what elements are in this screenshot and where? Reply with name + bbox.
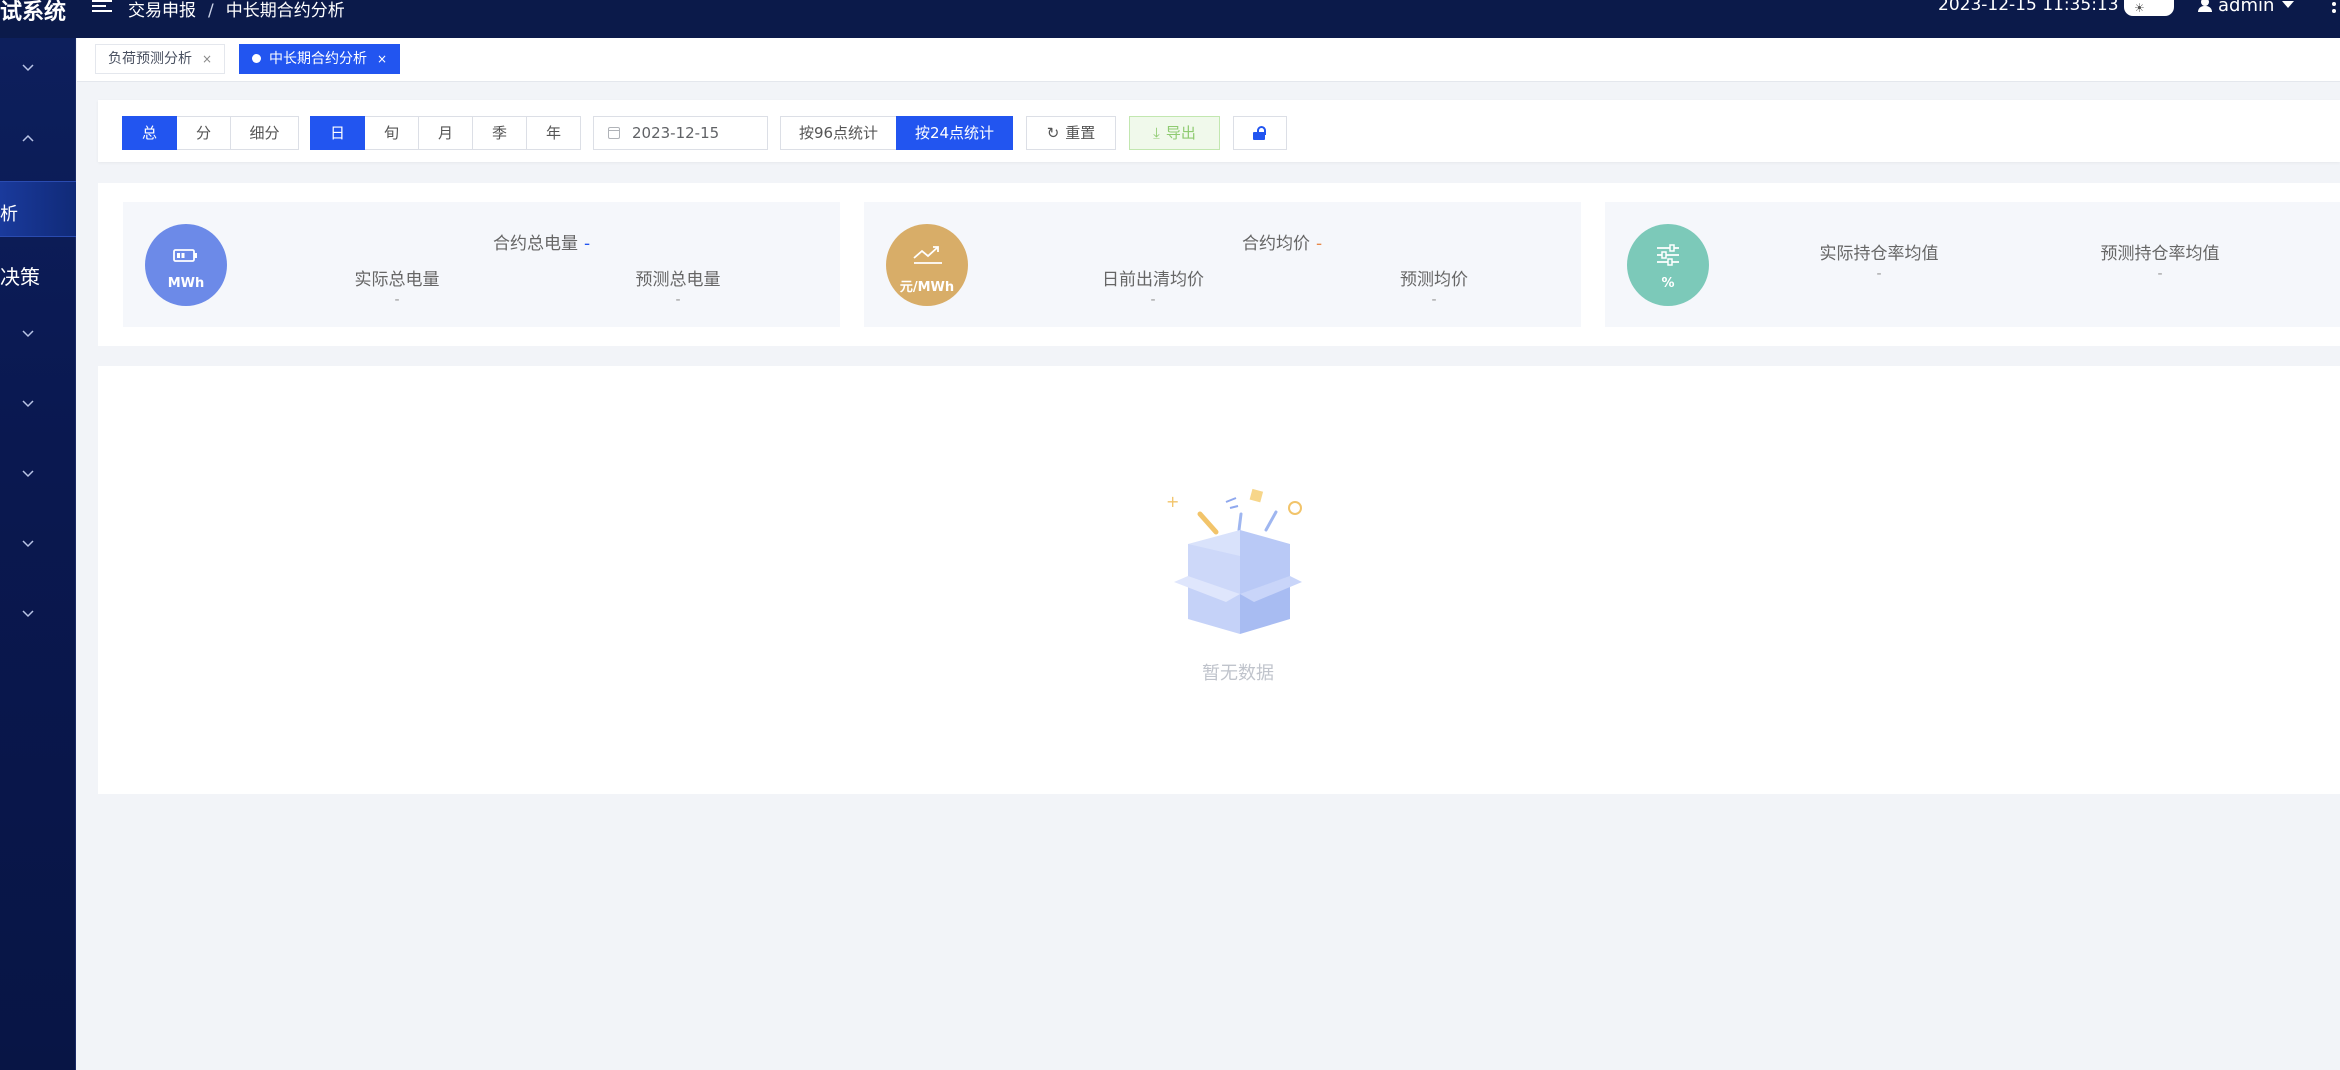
sidebar-item-label: 析 — [0, 204, 18, 225]
chevron-down-icon[interactable] — [22, 610, 34, 622]
unit-label: 元/MWh — [899, 280, 955, 295]
stat-sub-label: 日前出清均价 — [1102, 270, 1204, 290]
caret-down-icon — [2282, 1, 2295, 8]
tab-label: 中长期合约分析 — [269, 51, 367, 67]
export-label: 导出 — [1165, 124, 1196, 142]
stat-24-button[interactable]: 按24点统计 — [896, 116, 1013, 150]
sidebar: 析 决策 — [0, 38, 76, 1070]
period-xun-button[interactable]: 旬 — [364, 116, 419, 150]
close-icon[interactable]: × — [202, 52, 212, 66]
user-icon — [2198, 0, 2212, 12]
stat-sub-label: 预测持仓率均值 — [2100, 244, 2220, 264]
tab-contract-analysis[interactable]: 中长期合约分析 × — [239, 44, 401, 74]
svg-text:+: + — [1166, 492, 1179, 511]
stats-card: MWh 合约总电量 - 实际总电量 - 预测总电量 - 元/MWh 合约均价 - 日… — [98, 183, 2340, 346]
tab-label: 负荷预测分析 — [108, 51, 192, 67]
lock-button[interactable] — [1233, 116, 1287, 150]
stat-sub-label: 预测总电量 — [635, 270, 721, 290]
user-menu[interactable]: admin — [2198, 0, 2295, 16]
unlock-icon — [1253, 126, 1267, 140]
reset-label: 重置 — [1065, 124, 1096, 142]
date-picker-input[interactable]: 2023-12-15 — [593, 116, 768, 150]
period-month-button[interactable]: 月 — [418, 116, 473, 150]
stat-sub-value: - — [1431, 292, 1437, 308]
unit-label: MWh — [167, 276, 205, 291]
scope-button-group: 总 分 细分 — [122, 116, 299, 150]
stat-contract-price: 元/MWh 合约均价 - 日前出清均价 - 预测均价 - — [864, 202, 1581, 327]
stat-sub-label: 实际持仓率均值 — [1819, 244, 1939, 264]
stat-sub-value: - — [1150, 292, 1156, 308]
period-quarter-button[interactable]: 季 — [472, 116, 527, 150]
tab-load-forecast[interactable]: 负荷预测分析 × — [95, 44, 226, 74]
stat-sub-value: - — [2157, 266, 2163, 282]
sliders-icon: % — [1627, 224, 1709, 306]
sun-icon: ☀ — [2134, 1, 2145, 15]
empty-state-text: 暂无数据 — [1202, 663, 1274, 684]
stat-sub-value: - — [1876, 266, 1882, 282]
calendar-icon — [608, 127, 620, 139]
datetime-display: 2023-12-15 11:35:13 — [1938, 0, 2119, 15]
breadcrumb-item: 中长期合约分析 — [225, 1, 345, 21]
sidebar-item-decision[interactable]: 决策 — [0, 261, 40, 290]
empty-box-icon: + — [1166, 488, 1302, 634]
stat-title: 合约均价 - — [1242, 229, 1322, 254]
stat-sub-value: - — [394, 292, 400, 308]
chevron-down-icon[interactable] — [22, 330, 34, 342]
more-icon[interactable] — [2332, 2, 2336, 16]
reset-button[interactable]: ↻ 重置 — [1026, 116, 1116, 150]
export-button[interactable]: ⤓ 导出 — [1129, 116, 1220, 150]
chevron-down-icon[interactable] — [22, 540, 34, 552]
theme-toggle[interactable]: ☀ — [2124, 0, 2174, 16]
filter-toolbar: 总 分 细分 日 旬 月 季 年 2023-12-15 按96点统计 按24点统… — [98, 100, 2340, 162]
period-button-group: 日 旬 月 季 年 — [310, 116, 581, 150]
stat-position-rate: % 实际持仓率均值 - 预测持仓率均值 - — [1605, 202, 2340, 327]
scope-total-button[interactable]: 总 — [122, 116, 177, 150]
tabs-bar: 负荷预测分析 × 中长期合约分析 × — [77, 38, 2340, 82]
close-icon[interactable]: × — [377, 52, 387, 66]
sidebar-item-active[interactable]: 析 — [0, 181, 76, 237]
date-value: 2023-12-15 — [632, 124, 720, 142]
unit-label: % — [1661, 276, 1675, 291]
refresh-icon: ↻ — [1046, 124, 1060, 142]
menu-toggle-icon[interactable] — [92, 0, 114, 14]
chart-area: + 暂无数据 — [98, 366, 2340, 794]
scope-split-button[interactable]: 分 — [176, 116, 231, 150]
trend-icon: 元/MWh — [886, 224, 968, 306]
period-day-button[interactable]: 日 — [310, 116, 365, 150]
scope-detail-button[interactable]: 细分 — [230, 116, 299, 150]
chevron-down-icon[interactable] — [22, 64, 34, 76]
stat-title-text: 合约均价 — [1242, 234, 1310, 254]
stat-96-button[interactable]: 按96点统计 — [780, 116, 897, 150]
stat-title: 合约总电量 - — [493, 229, 590, 254]
username: admin — [2218, 0, 2275, 16]
breadcrumb-item[interactable]: 交易申报 — [128, 1, 196, 21]
stat-title-text: 合约总电量 — [493, 234, 578, 254]
chevron-up-icon[interactable] — [22, 134, 34, 146]
top-header: 试系统 交易申报 / 中长期合约分析 2023-12-15 11:35:13 ☀ a… — [0, 0, 2340, 38]
period-year-button[interactable]: 年 — [526, 116, 581, 150]
stat-mode-button-group: 按96点统计 按24点统计 — [780, 116, 1013, 150]
breadcrumb: 交易申报 / 中长期合约分析 — [128, 0, 345, 21]
stat-contract-energy: MWh 合约总电量 - 实际总电量 - 预测总电量 - — [123, 202, 840, 327]
download-icon: ⤓ — [1153, 124, 1160, 142]
system-title: 试系统 — [0, 0, 67, 25]
stat-sub-label: 实际总电量 — [354, 270, 440, 290]
breadcrumb-separator: / — [208, 1, 214, 21]
battery-icon: MWh — [145, 224, 227, 306]
chevron-down-icon[interactable] — [22, 400, 34, 412]
empty-state: + 暂无数据 — [1148, 484, 1328, 684]
stat-title-value: - — [1316, 234, 1323, 254]
active-dot-icon — [252, 54, 261, 63]
stat-sub-label: 预测均价 — [1400, 270, 1468, 290]
chevron-down-icon[interactable] — [22, 470, 34, 482]
stat-title-value: - — [584, 234, 591, 254]
stat-sub-value: - — [675, 292, 681, 308]
